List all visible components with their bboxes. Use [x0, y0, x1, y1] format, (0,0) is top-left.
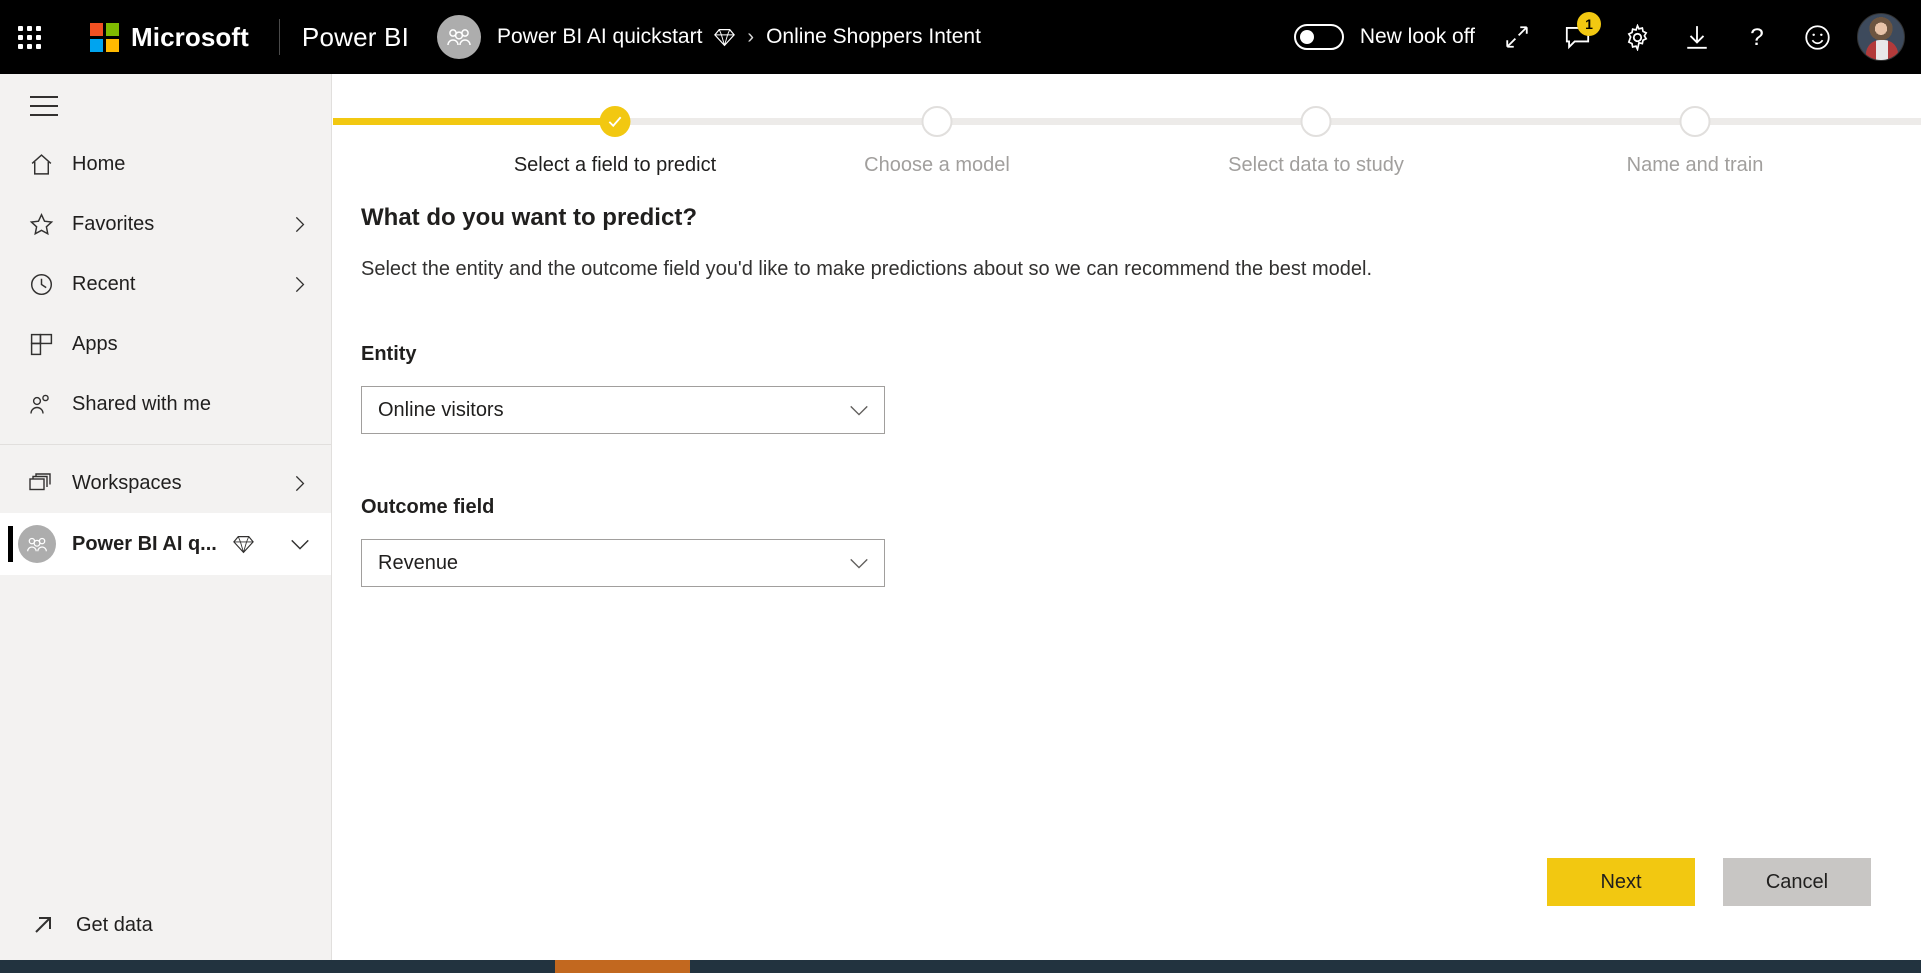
- wizard-step-label-1[interactable]: Select a field to predict: [514, 154, 716, 177]
- navigation-menu-icon[interactable]: [0, 74, 80, 134]
- selected-workspace-label: Power BI AI q...: [72, 533, 217, 556]
- notification-badge-count: 1: [1577, 12, 1601, 36]
- chevron-right-icon[interactable]: [290, 275, 309, 294]
- workspace-people-icon: [437, 15, 481, 59]
- chevron-down-icon[interactable]: [289, 533, 311, 555]
- breadcrumb-workspace-link[interactable]: Power BI AI quickstart: [497, 25, 702, 49]
- entity-dropdown[interactable]: Online visitors: [361, 386, 885, 434]
- chevron-right-icon[interactable]: [290, 215, 309, 234]
- workspaces-stack-icon: [20, 471, 62, 495]
- stepper-track-progress: [333, 118, 615, 125]
- sidebar-item-selected-workspace[interactable]: Power BI AI q...: [0, 513, 331, 575]
- power-bi-app-window: Microsoft Power BI Power BI AI quickstar…: [0, 0, 1921, 973]
- sidebar-item-label: Favorites: [72, 213, 154, 236]
- sidebar-item-favorites[interactable]: Favorites: [0, 194, 331, 254]
- sidebar-item-shared-with-me[interactable]: Shared with me: [0, 374, 331, 434]
- taskbar-active-window[interactable]: [555, 960, 690, 973]
- page-description: Select the entity and the outcome field …: [361, 258, 1861, 281]
- global-header-bar: Microsoft Power BI Power BI AI quickstar…: [0, 0, 1921, 74]
- prediction-form: What do you want to predict? Select the …: [361, 204, 1861, 587]
- app-launcher-waffle-icon[interactable]: [0, 0, 58, 74]
- chevron-right-icon[interactable]: [290, 474, 309, 493]
- sidebar-item-label: Workspaces: [72, 472, 182, 495]
- sidebar-item-recent[interactable]: Recent: [0, 254, 331, 314]
- microsoft-logo-icon: [90, 23, 119, 52]
- left-navigation-sidebar: Home Favorites Recent: [0, 74, 332, 960]
- apps-grid-icon: [20, 332, 62, 357]
- wizard-step-node-4[interactable]: [1680, 106, 1711, 137]
- sidebar-item-workspaces[interactable]: Workspaces: [0, 453, 331, 513]
- os-taskbar: [0, 960, 1921, 973]
- wizard-step-label-2[interactable]: Choose a model: [864, 154, 1010, 177]
- entity-field-label: Entity: [361, 343, 1861, 366]
- download-icon[interactable]: [1667, 0, 1727, 74]
- microsoft-logo-link[interactable]: Microsoft: [90, 22, 249, 53]
- sidebar-item-home[interactable]: Home: [0, 134, 331, 194]
- get-data-label: Get data: [76, 914, 153, 937]
- diamond-premium-icon: [233, 534, 254, 555]
- checkmark-icon: [607, 113, 624, 130]
- wizard-step-label-3[interactable]: Select data to study: [1228, 154, 1404, 177]
- star-icon: [20, 212, 62, 237]
- sidebar-item-label: Recent: [72, 273, 135, 296]
- chevron-down-icon[interactable]: [848, 399, 870, 421]
- outcome-field-dropdown[interactable]: Revenue: [361, 539, 885, 587]
- notifications-icon[interactable]: 1: [1547, 0, 1607, 74]
- new-look-toggle[interactable]: New look off: [1294, 24, 1475, 50]
- sidebar-item-label: Home: [72, 153, 125, 176]
- wizard-step-node-3[interactable]: [1301, 106, 1332, 137]
- sidebar-item-label: Shared with me: [72, 393, 211, 416]
- expand-icon[interactable]: [1487, 0, 1547, 74]
- outcome-dropdown-value: Revenue: [378, 552, 458, 575]
- wizard-step-label-4[interactable]: Name and train: [1627, 154, 1764, 177]
- header-actions: New look off 1: [1294, 0, 1921, 74]
- entity-dropdown-value: Online visitors: [378, 399, 504, 422]
- selected-indicator-bar: [8, 526, 13, 562]
- clock-icon: [20, 272, 62, 297]
- diamond-premium-icon: [714, 27, 735, 48]
- cancel-button[interactable]: Cancel: [1723, 858, 1871, 906]
- power-bi-product-link[interactable]: Power BI: [302, 22, 409, 53]
- svg-text:?: ?: [1750, 24, 1764, 51]
- wizard-stepper: Select a field to predict Choose a model…: [333, 74, 1921, 194]
- outcome-field-label: Outcome field: [361, 496, 1861, 519]
- wizard-footer-actions: Next Cancel: [1547, 858, 1871, 906]
- sidebar-item-apps[interactable]: Apps: [0, 314, 331, 374]
- breadcrumb-separator-icon: ›: [747, 26, 754, 49]
- microsoft-label: Microsoft: [131, 22, 249, 53]
- avatar[interactable]: [1857, 13, 1905, 61]
- feedback-smiley-icon[interactable]: [1787, 0, 1847, 74]
- toggle-knob: [1300, 30, 1314, 44]
- settings-gear-icon[interactable]: [1607, 0, 1667, 74]
- new-look-toggle-label: New look off: [1360, 25, 1475, 49]
- workspace-people-icon: [18, 525, 56, 563]
- people-shared-icon: [20, 392, 62, 417]
- help-icon[interactable]: ?: [1727, 0, 1787, 74]
- next-button[interactable]: Next: [1547, 858, 1695, 906]
- breadcrumb: Power BI AI quickstart › Online Shoppers…: [497, 25, 981, 49]
- get-data-arrow-icon: [22, 913, 64, 937]
- get-data-button[interactable]: Get data: [0, 890, 332, 960]
- toggle-track: [1294, 24, 1344, 50]
- sidebar-item-label: Apps: [72, 333, 118, 356]
- sidebar-divider: [0, 444, 331, 445]
- chevron-down-icon[interactable]: [848, 552, 870, 574]
- page-title: What do you want to predict?: [361, 204, 1861, 232]
- home-icon: [20, 152, 62, 177]
- wizard-step-node-1[interactable]: [600, 106, 631, 137]
- main-content-area: Select a field to predict Choose a model…: [333, 74, 1921, 960]
- header-divider: [279, 19, 280, 55]
- breadcrumb-current-item[interactable]: Online Shoppers Intent: [766, 25, 981, 49]
- wizard-step-node-2[interactable]: [922, 106, 953, 137]
